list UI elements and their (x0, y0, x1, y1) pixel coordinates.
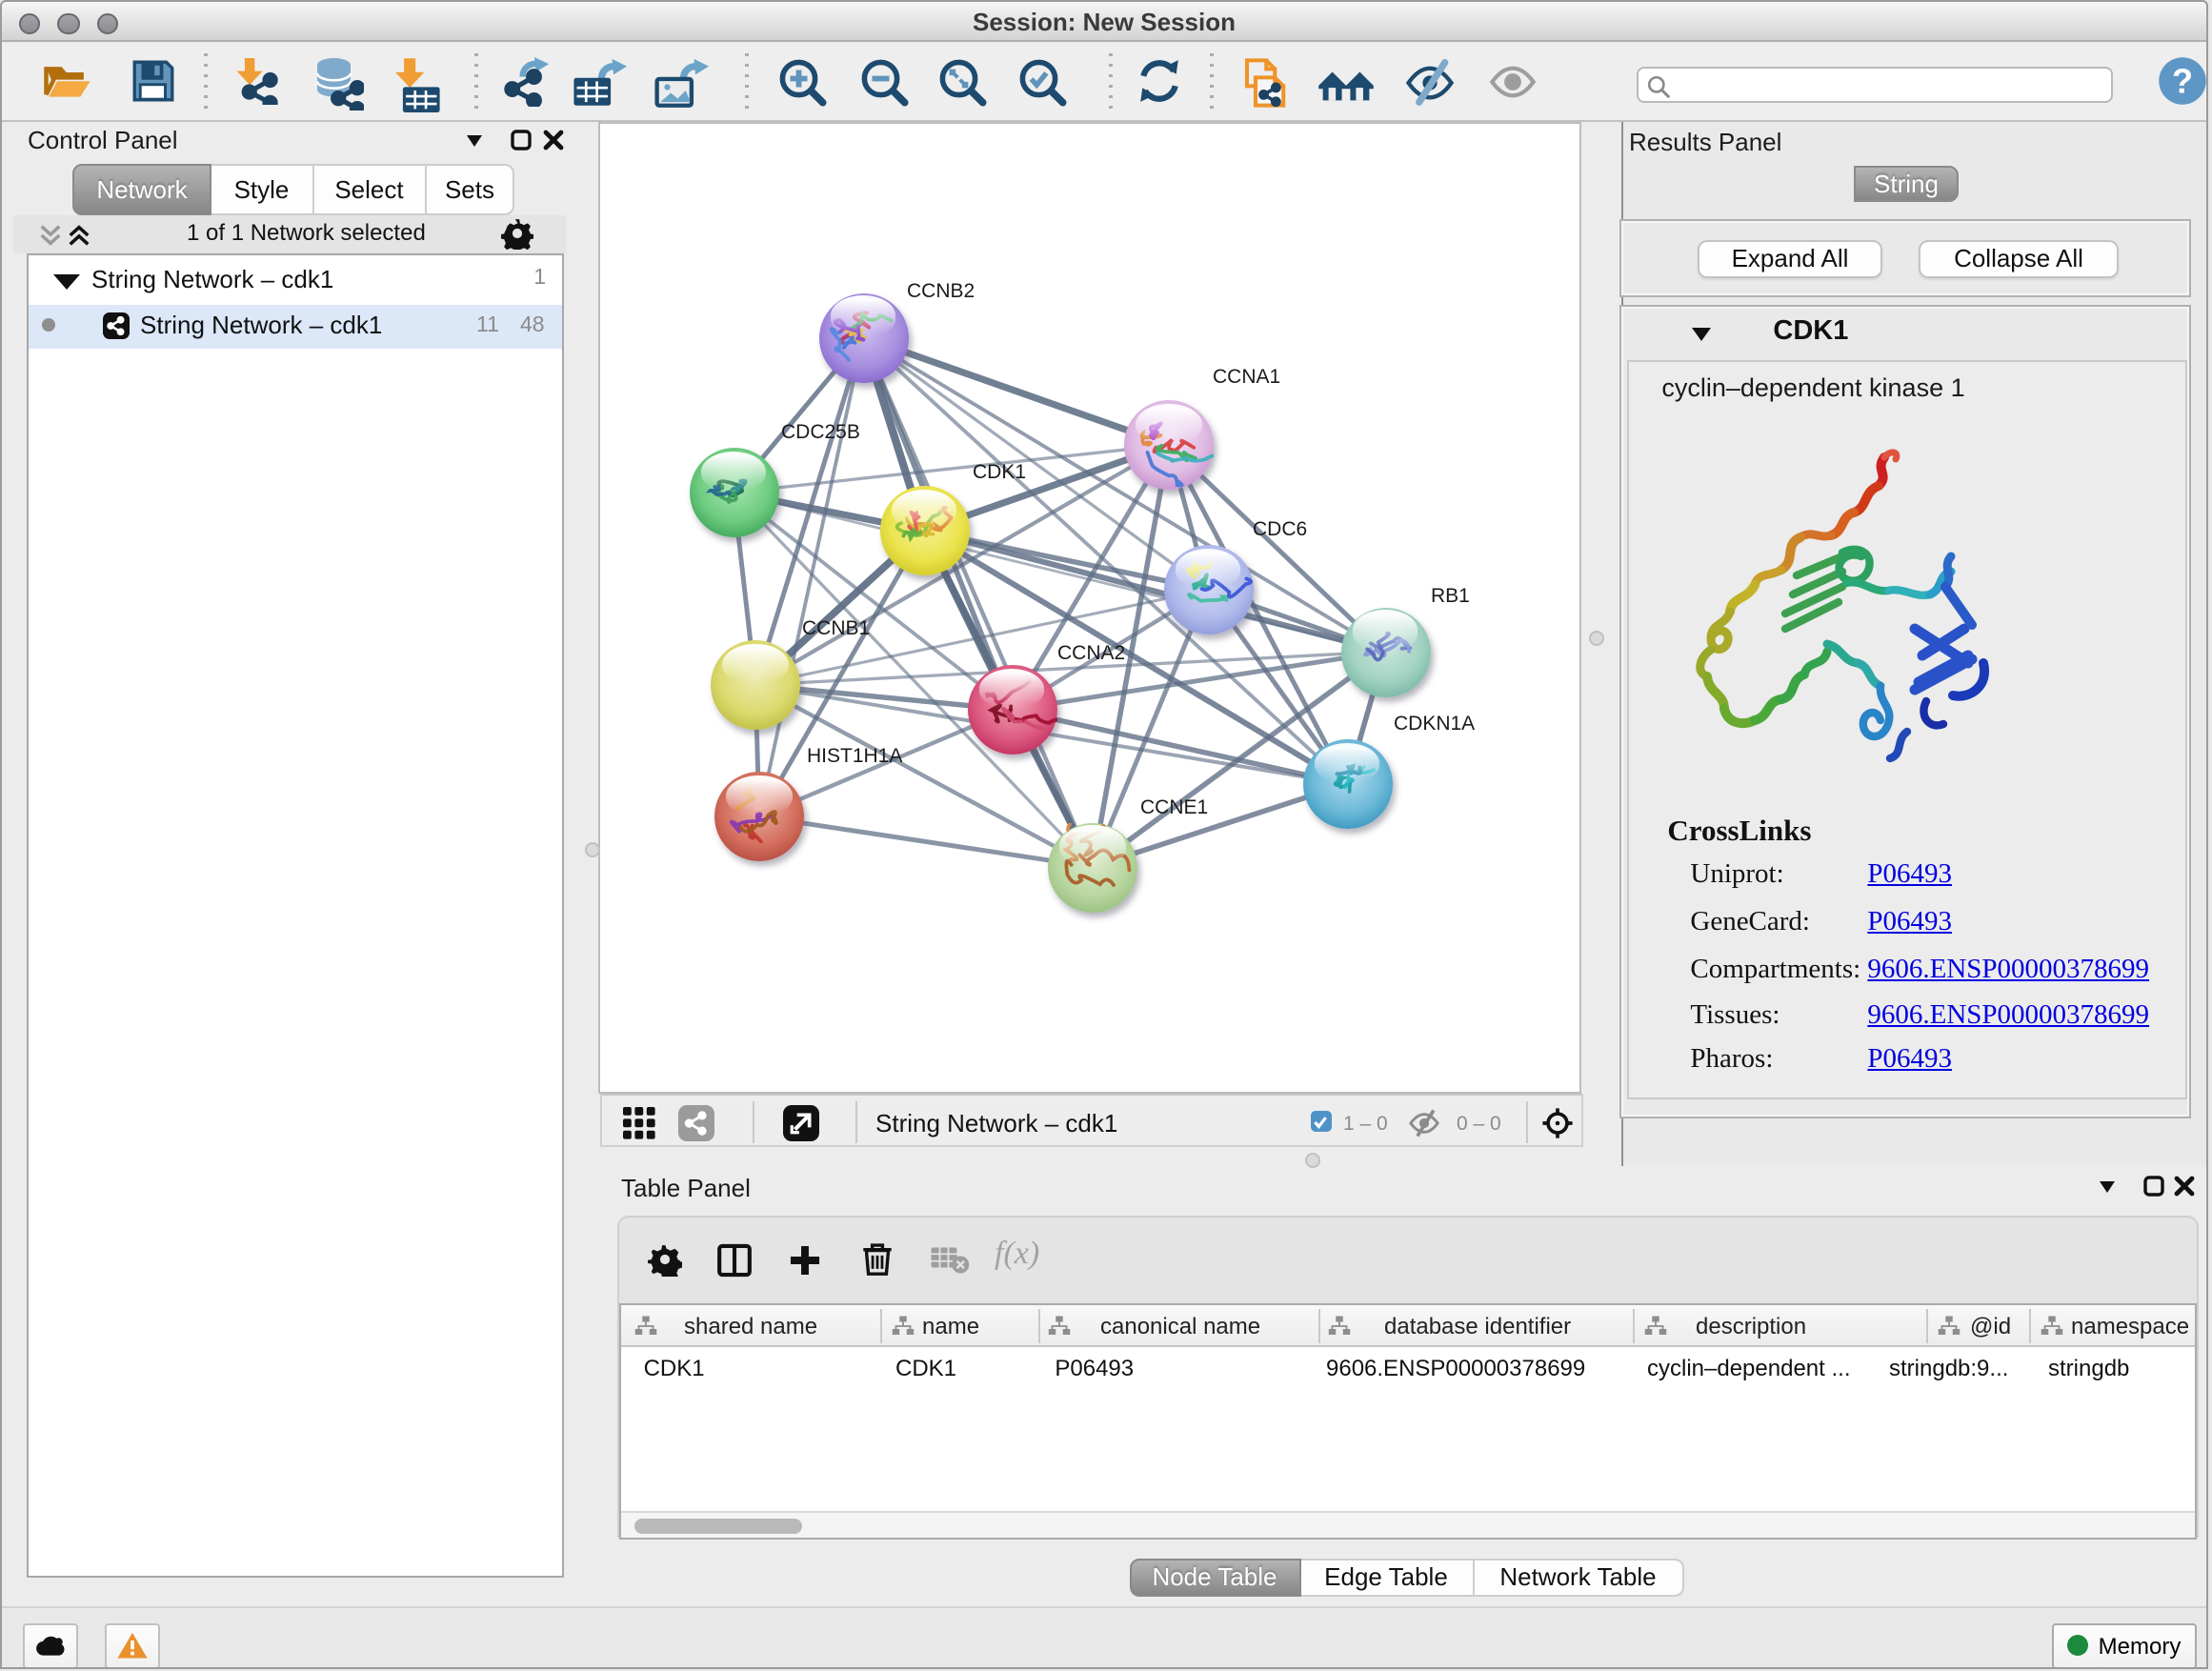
svg-text:?: ? (2172, 61, 2193, 100)
